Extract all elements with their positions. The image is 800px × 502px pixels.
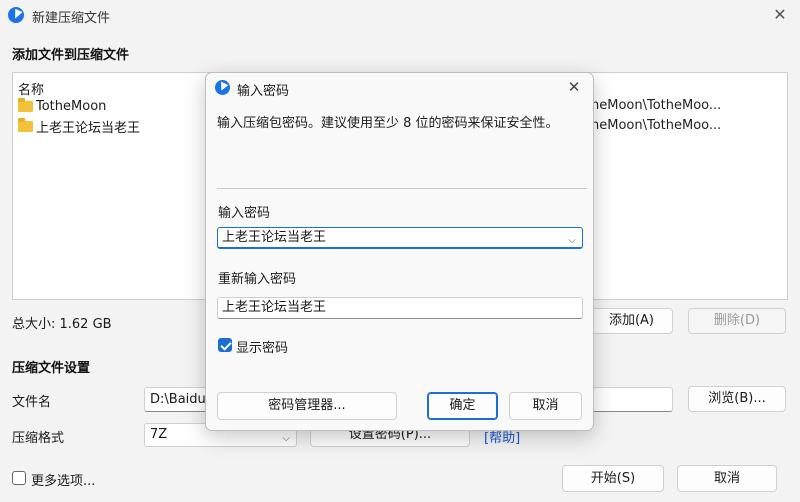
add-files-heading: 添加文件到压缩文件 bbox=[12, 48, 130, 63]
start-button[interactable]: 开始(S) bbox=[562, 465, 664, 492]
delete-button[interactable]: 删除(D) bbox=[688, 308, 786, 334]
chevron-down-icon: ⌵ bbox=[282, 433, 290, 444]
folder-icon bbox=[18, 97, 33, 112]
password-dialog: 输入密码 ✕ 输入压缩包密码。建议使用至少 8 位的密码来保证安全性。 输入密码… bbox=[205, 72, 594, 431]
app-logo-icon bbox=[215, 80, 230, 95]
password-manager-button[interactable]: 密码管理器... bbox=[217, 392, 397, 420]
list-item-name: TotheMoon bbox=[36, 98, 107, 114]
format-select-value: 7Z bbox=[150, 427, 168, 442]
total-size-label: 总大小: 1.62 GB bbox=[12, 317, 112, 332]
settings-heading: 压缩文件设置 bbox=[12, 361, 91, 376]
cancel-button[interactable]: 取消 bbox=[677, 465, 777, 492]
dialog-titlebar: 输入密码 ✕ bbox=[206, 73, 593, 103]
dialog-close-icon[interactable]: ✕ bbox=[564, 77, 584, 97]
dialog-divider bbox=[217, 188, 587, 189]
show-password-checkbox[interactable] bbox=[218, 338, 232, 352]
confirm-password-input[interactable]: 上老王论坛当老王 bbox=[217, 297, 583, 319]
more-options-label[interactable]: 更多选项... bbox=[31, 470, 95, 489]
more-options-checkbox[interactable] bbox=[12, 471, 26, 485]
format-label: 压缩格式 bbox=[12, 431, 65, 446]
dialog-cancel-button[interactable]: 取消 bbox=[509, 392, 582, 420]
list-item[interactable]: 上老王论坛当老王 bbox=[18, 116, 140, 136]
filename-label: 文件名 bbox=[12, 395, 52, 410]
dialog-description: 输入压缩包密码。建议使用至少 8 位的密码来保证安全性。 bbox=[217, 116, 559, 131]
ok-button[interactable]: 确定 bbox=[427, 392, 498, 420]
list-item-name: 上老王论坛当老王 bbox=[36, 120, 141, 136]
add-button[interactable]: 添加(A) bbox=[590, 308, 673, 334]
password-label: 输入密码 bbox=[218, 206, 271, 221]
dialog-title: 输入密码 bbox=[237, 84, 290, 99]
chevron-down-icon[interactable]: ⌵ bbox=[568, 231, 576, 251]
password-input-value: 上老王论坛当老王 bbox=[222, 230, 327, 245]
browse-button[interactable]: 浏览(B)... bbox=[688, 386, 786, 412]
list-item-path: heMoon\TotheMoo... bbox=[591, 118, 722, 133]
app-logo-icon bbox=[8, 7, 24, 23]
show-password-label[interactable]: 显示密码 bbox=[236, 337, 288, 356]
confirm-password-label: 重新输入密码 bbox=[218, 272, 297, 287]
window-title: 新建压缩文件 bbox=[32, 11, 111, 26]
window-close-icon[interactable]: ✕ bbox=[770, 5, 790, 25]
list-item-path: heMoon\TotheMoo... bbox=[591, 98, 722, 113]
list-item[interactable]: TotheMoon bbox=[18, 96, 106, 116]
folder-icon bbox=[18, 117, 33, 132]
window-titlebar: 新建压缩文件 ✕ bbox=[0, 0, 800, 32]
password-input[interactable]: 上老王论坛当老王 ⌵ bbox=[217, 227, 583, 249]
